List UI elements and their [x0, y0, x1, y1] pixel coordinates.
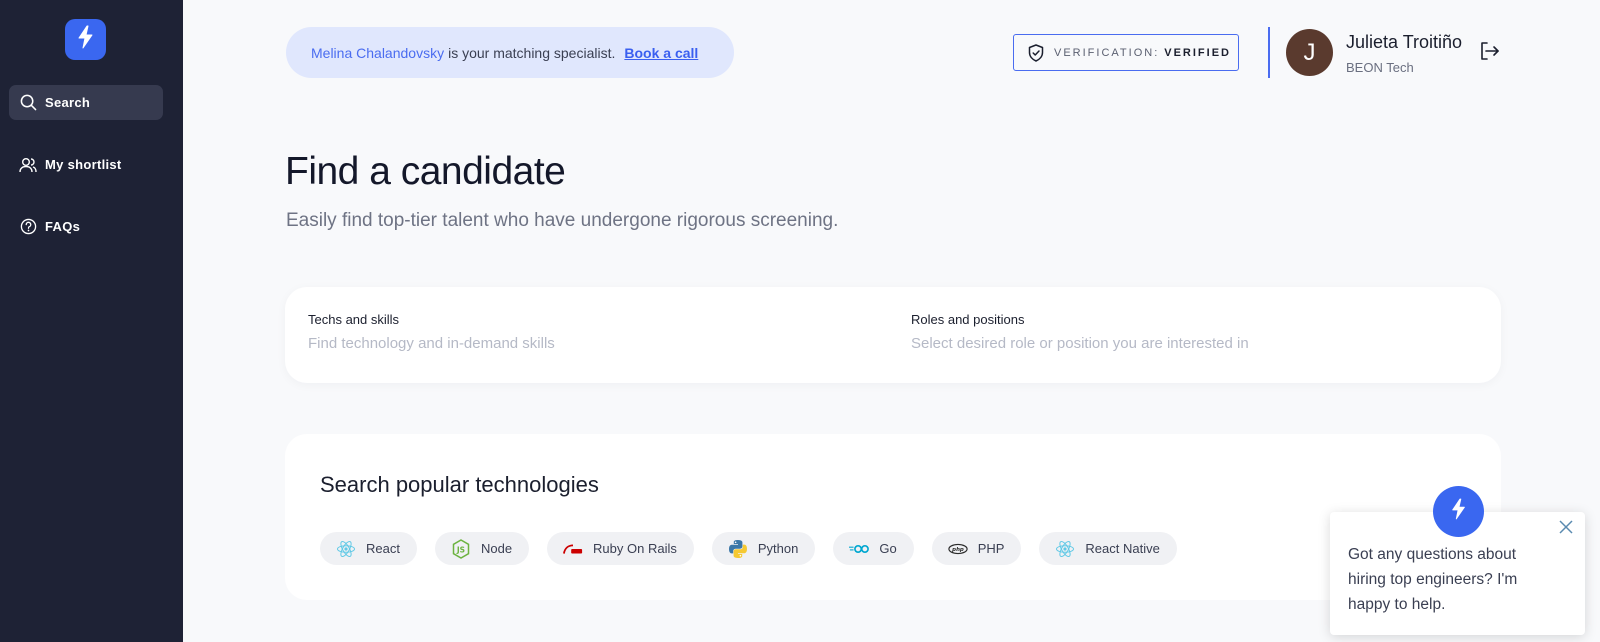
- sidebar: Search My shortlist FAQs: [0, 0, 183, 642]
- chip-php[interactable]: php PHP: [931, 532, 1022, 565]
- popular-technologies-card: Search popular technologies React JS Nod…: [285, 434, 1501, 600]
- chip-react[interactable]: React: [320, 532, 417, 565]
- chip-label: Go: [879, 541, 897, 556]
- search-card: Techs and skills Roles and positions: [285, 287, 1501, 383]
- chip-react-native[interactable]: React Native: [1039, 532, 1177, 565]
- search-icon: [19, 94, 37, 112]
- specialist-text: is your matching specialist.: [448, 44, 616, 61]
- sidebar-item-label: FAQs: [45, 219, 81, 234]
- chip-label: Python: [757, 541, 799, 556]
- user-name: Julieta Troitiño: [1346, 32, 1463, 52]
- book-call-link[interactable]: Book a call: [624, 45, 698, 61]
- php-icon: php: [948, 539, 968, 559]
- react-icon: [336, 539, 356, 559]
- verification-badge: VERIFICATION: VERIFIED: [1013, 34, 1239, 71]
- roles-field: Roles and positions: [911, 312, 1411, 353]
- svg-text:JS: JS: [456, 545, 465, 554]
- specialist-name: Melina Chalandovsky: [311, 44, 445, 61]
- logout-icon: [1479, 41, 1500, 66]
- sidebar-item-label: My shortlist: [45, 157, 122, 172]
- svg-text:php: php: [951, 547, 964, 553]
- close-icon: [1558, 519, 1574, 540]
- page-subtitle: Easily find top-tier talent who have und…: [286, 210, 839, 231]
- lightning-bolt-icon: [1450, 497, 1468, 526]
- react-icon: [1055, 539, 1075, 559]
- chip-go[interactable]: Go: [833, 532, 914, 565]
- sidebar-item-search[interactable]: Search: [9, 85, 163, 120]
- app-logo[interactable]: [65, 19, 106, 60]
- techs-label: Techs and skills: [308, 312, 400, 327]
- python-icon: [728, 539, 748, 559]
- go-icon: [849, 539, 870, 559]
- chip-node[interactable]: JS Node: [434, 532, 530, 565]
- technology-chip-list: React JS Node Ruby On Rails Python Go ph…: [320, 532, 1177, 565]
- header-divider: [1268, 27, 1270, 78]
- logout-button[interactable]: [1478, 41, 1500, 66]
- roles-input[interactable]: [911, 335, 1411, 352]
- specialist-banner: Melina Chalandovsky is your matching spe…: [286, 27, 734, 78]
- roles-label: Roles and positions: [911, 312, 1025, 327]
- chat-close-button[interactable]: [1557, 519, 1575, 540]
- sidebar-item-label: Search: [45, 95, 91, 110]
- techs-input[interactable]: [308, 335, 808, 352]
- users-icon: [19, 156, 37, 174]
- rails-icon: [563, 539, 583, 559]
- page-title: Find a candidate: [285, 150, 566, 193]
- chat-launcher-button[interactable]: [1433, 486, 1484, 537]
- chip-label: PHP: [977, 541, 1005, 556]
- techs-field: Techs and skills: [308, 312, 808, 353]
- chat-message: Got any questions about hiring top engin…: [1348, 546, 1518, 613]
- sidebar-item-faqs[interactable]: FAQs: [9, 209, 163, 244]
- user-company: BEON Tech: [1346, 60, 1414, 75]
- chip-label: React: [366, 541, 400, 556]
- chip-label: React Native: [1085, 541, 1160, 556]
- chip-label: Node: [480, 541, 513, 556]
- shield-check-icon: [1028, 43, 1044, 62]
- verification-status: VERIFIED: [1164, 46, 1231, 59]
- avatar[interactable]: J: [1286, 29, 1333, 76]
- verification-label: VERIFICATION:: [1054, 46, 1160, 59]
- chip-ruby-on-rails[interactable]: Ruby On Rails: [547, 532, 694, 565]
- sidebar-item-shortlist[interactable]: My shortlist: [9, 147, 163, 182]
- lightning-bolt-icon: [76, 25, 96, 54]
- nodejs-icon: JS: [451, 538, 471, 559]
- chip-python[interactable]: Python: [711, 532, 816, 565]
- popular-technologies-title: Search popular technologies: [320, 472, 599, 497]
- question-circle-icon: [19, 218, 37, 236]
- chip-label: Ruby On Rails: [593, 541, 677, 556]
